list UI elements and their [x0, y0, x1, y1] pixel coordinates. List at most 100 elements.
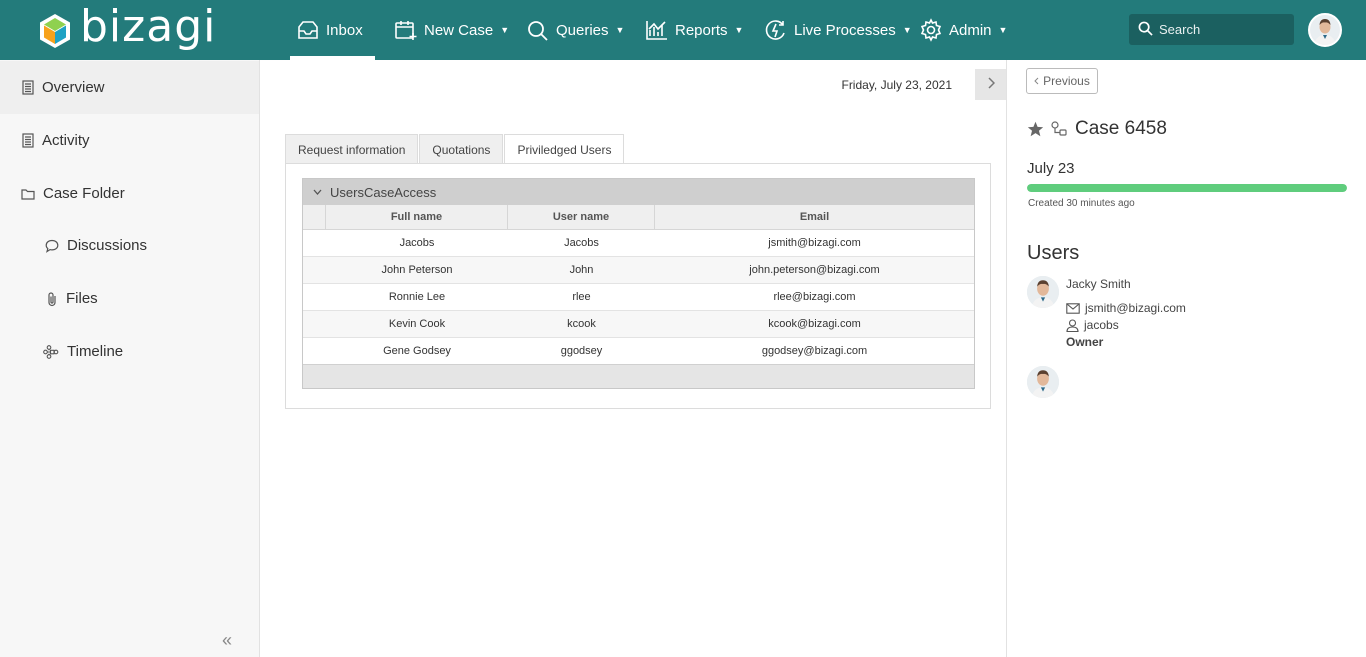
live-processes-icon: [764, 19, 788, 41]
chevron-down-icon: ▼: [615, 25, 625, 35]
case-progress-bar: [1027, 184, 1347, 192]
sidebar-item-label: Activity: [42, 132, 90, 149]
cell-user-name: John: [569, 264, 594, 276]
table-row[interactable]: Gene Godsey ggodsey ggodsey@bizagi.com: [303, 338, 974, 365]
collapse-sidebar-icon[interactable]: «: [222, 630, 232, 651]
sidebar-item-discussions[interactable]: Discussions: [0, 219, 259, 272]
grid-footer: [303, 364, 974, 388]
users-section-title: Users: [1027, 242, 1080, 264]
column-header-full-name[interactable]: Full name: [326, 205, 508, 229]
gear-icon: [919, 18, 943, 42]
grid-column-headers: Full name User name Email: [303, 205, 974, 230]
sidebar-item-activity[interactable]: Activity: [0, 114, 259, 167]
chevron-down-icon: [313, 187, 322, 198]
search-input[interactable]: [1159, 22, 1289, 37]
user-email: jsmith@bizagi.com: [1085, 301, 1186, 315]
cell-email: jsmith@bizagi.com: [768, 237, 861, 249]
column-header-user-name[interactable]: User name: [508, 205, 655, 229]
users-case-access-grid: UsersCaseAccess Full name User name Emai…: [302, 178, 975, 389]
nav-inbox[interactable]: Inbox: [290, 0, 375, 60]
nav-new-case-label: New Case: [424, 21, 494, 39]
table-row[interactable]: Ronnie Lee rlee rlee@bizagi.com: [303, 284, 974, 311]
case-title: Case 6458: [1027, 118, 1167, 140]
bizagi-logo[interactable]: bizagi: [38, 1, 217, 54]
nav-reports-label: Reports: [675, 21, 728, 39]
cell-full-name: Kevin Cook: [388, 318, 446, 330]
cell-email: rlee@bizagi.com: [773, 291, 856, 303]
user-email-line: jsmith@bizagi.com: [1066, 301, 1186, 315]
previous-button[interactable]: Previous: [1026, 68, 1098, 94]
top-navigation-bar: bizagi Inbox New Case ▼ Queries ▼ Report…: [0, 0, 1366, 60]
chevron-down-icon: ▼: [998, 25, 1008, 35]
table-row[interactable]: John Peterson John john.peterson@bizagi.…: [303, 257, 974, 284]
sidebar-item-label: Timeline: [67, 343, 124, 360]
reports-chart-icon: [645, 19, 669, 41]
chevron-down-icon: ▼: [902, 25, 912, 35]
cell-email: kcook@bizagi.com: [768, 318, 861, 330]
user-role: Owner: [1066, 335, 1104, 349]
grid-header[interactable]: UsersCaseAccess: [303, 179, 974, 205]
nav-new-case[interactable]: New Case ▼: [394, 0, 509, 60]
sidebar-item-files[interactable]: Files: [0, 272, 259, 325]
user-avatar: [1027, 276, 1059, 308]
form-tabs: Request information Quotations Priviledg…: [285, 134, 625, 165]
brand-name: bizagi: [80, 1, 217, 52]
cell-user-name: kcook: [567, 318, 596, 330]
user-avatar[interactable]: [1308, 13, 1342, 47]
case-summary-panel: Previous Case 6458 July 23 Created 30 mi…: [1006, 60, 1366, 657]
envelope-icon: [1066, 302, 1080, 314]
table-row[interactable]: Jacobs Jacobs jsmith@bizagi.com: [303, 230, 974, 257]
case-date: July 23: [1027, 160, 1075, 177]
nav-queries-label: Queries: [556, 21, 609, 39]
sidebar-item-timeline[interactable]: Timeline: [0, 325, 259, 378]
nav-admin-label: Admin: [949, 21, 992, 39]
table-row[interactable]: Kevin Cook kcook kcook@bizagi.com: [303, 311, 974, 338]
chevron-right-icon: [987, 76, 995, 94]
previous-label: Previous: [1043, 74, 1090, 88]
sidebar-item-label: Files: [66, 290, 98, 307]
process-icon: [1051, 121, 1068, 137]
grid-title: UsersCaseAccess: [330, 184, 437, 200]
case-number: Case 6458: [1075, 118, 1167, 139]
nav-live-processes[interactable]: Live Processes ▼: [764, 0, 912, 60]
grid-body: Jacobs Jacobs jsmith@bizagi.com John Pet…: [303, 230, 974, 365]
cell-email: ggodsey@bizagi.com: [761, 345, 868, 357]
cell-full-name: Jacobs: [399, 237, 435, 249]
cell-full-name: John Peterson: [381, 264, 453, 276]
sidebar-item-overview[interactable]: Overview: [0, 61, 259, 114]
tab-request-information[interactable]: Request information: [285, 134, 419, 164]
folder-icon: [21, 188, 35, 200]
chevron-down-icon: ▼: [500, 25, 510, 35]
search-box[interactable]: [1129, 14, 1294, 45]
chevron-left-icon: [1034, 77, 1039, 85]
nav-reports[interactable]: Reports ▼: [645, 0, 743, 60]
column-header-email[interactable]: Email: [655, 205, 974, 229]
timeline-icon: [43, 344, 59, 359]
user-name: Jacky Smith: [1066, 277, 1131, 291]
nav-queries[interactable]: Queries ▼: [526, 0, 624, 60]
sidebar-item-label: Discussions: [67, 237, 148, 254]
document-icon: [22, 80, 34, 95]
cell-user-name: Jacobs: [564, 237, 599, 249]
nav-admin[interactable]: Admin ▼: [919, 0, 1007, 60]
next-button[interactable]: [975, 69, 1006, 100]
tab-quotations[interactable]: Quotations: [419, 134, 504, 164]
row-selector-column: [303, 205, 326, 229]
cell-user-name: ggodsey: [560, 345, 603, 357]
case-created-time: Created 30 minutes ago: [1028, 198, 1135, 209]
inbox-icon: [296, 19, 320, 41]
bizagi-logo-icon: [38, 13, 72, 48]
star-icon[interactable]: [1027, 121, 1044, 137]
search-icon: [1138, 21, 1153, 39]
sidebar-item-case-folder[interactable]: Case Folder: [0, 167, 259, 220]
user-username-line: jacobs: [1066, 318, 1119, 332]
cell-email: john.peterson@bizagi.com: [749, 264, 880, 276]
cell-full-name: Gene Godsey: [383, 345, 451, 357]
tab-panel: UsersCaseAccess Full name User name Emai…: [285, 163, 991, 409]
sidebar-item-label: Case Folder: [43, 185, 125, 202]
nav-inbox-label: Inbox: [326, 21, 363, 39]
cell-full-name: Ronnie Lee: [388, 291, 446, 303]
case-progress-fill: [1027, 184, 1347, 192]
tab-priviledged-users[interactable]: Priviledged Users: [504, 134, 625, 165]
sidebar-item-label: Overview: [42, 79, 105, 96]
